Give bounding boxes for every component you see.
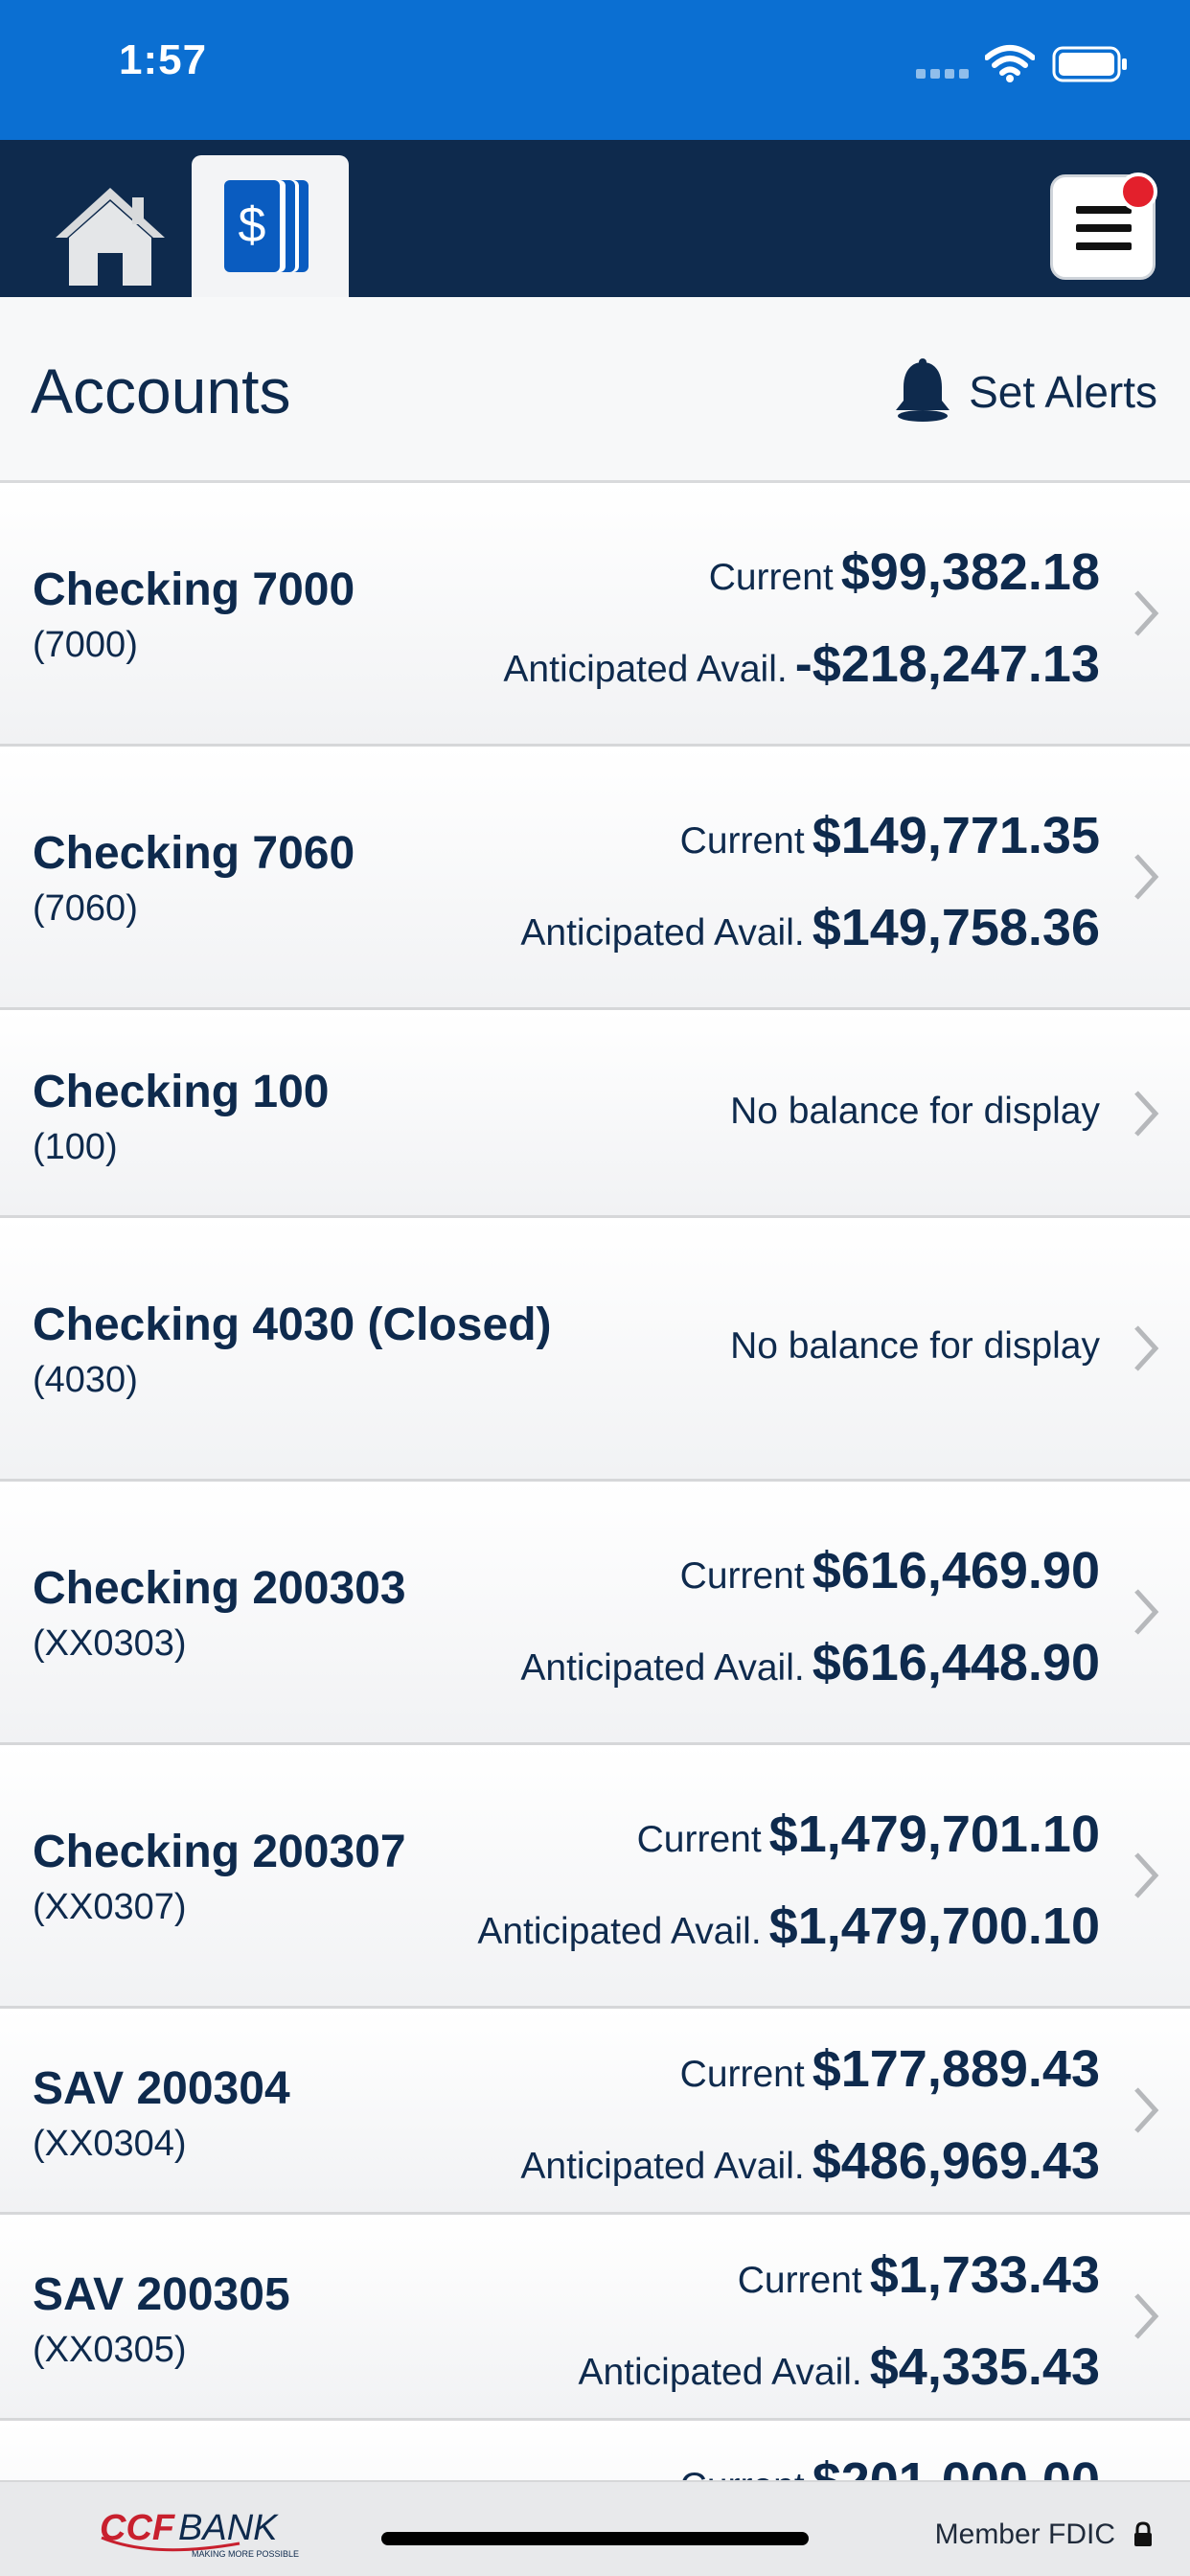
account-number: (XX0303) [33,1623,187,1664]
account-number: (7060) [33,888,138,929]
logo-text-bank: BANK [178,2508,279,2548]
anticipated-balance: Anticipated Avail. $1,479,700.10 [477,1898,1100,1955]
current-balance: Current $616,469.90 [679,1542,1100,1599]
account-row-checking-7000[interactable]: Checking 7000 (7000) Current $99,382.18 … [0,483,1190,747]
anticipated-balance: Anticipated Avail. $149,758.36 [520,899,1100,956]
footer: CCF BANK MAKING MORE POSSIBLE Member FDI… [0,2480,1190,2576]
account-name: Checking 4030 (Closed) [33,1300,552,1350]
account-number: (100) [33,1127,118,1167]
account-number: (4030) [33,1360,138,1400]
ccf-bank-logo: CCF BANK MAKING MORE POSSIBLE [100,2508,299,2559]
account-name: Checking 7060 [33,828,355,879]
account-number: (XX0304) [33,2124,187,2164]
logo-text-ccf: CCF [100,2508,176,2548]
account-row-checking-200307[interactable]: Checking 200307 (XX0307) Current $1,479,… [0,1745,1190,2009]
lock-icon [1134,2521,1152,2546]
current-balance: Current $99,382.18 [708,543,1100,601]
current-balance: Current $149,771.35 [679,807,1100,864]
top-nav-bar: $ [0,140,1190,297]
tab-accounts[interactable]: $ [192,155,349,297]
battery-icon [1052,46,1127,82]
account-row-checking-100[interactable]: Checking 100 (100) No balance for displa… [0,1010,1190,1218]
chevron-right-icon [1134,1325,1159,1371]
account-row-checking-4030[interactable]: Checking 4030 (Closed) (4030) No balance… [0,1218,1190,1482]
account-name: SAV 200304 [33,2063,290,2114]
svg-text:$: $ [239,197,266,253]
account-number: (XX0305) [33,2330,187,2370]
member-fdic: Member FDIC [935,2518,1154,2551]
chevron-right-icon [1134,1852,1159,1898]
account-row-partial[interactable]: Current $201,000.00 [0,2421,1190,2480]
home-indicator [381,2532,809,2545]
chevron-right-icon [1134,854,1159,900]
logo-tagline: MAKING MORE POSSIBLE [192,2549,299,2559]
chevron-right-icon [1134,590,1159,636]
fdic-label: Member FDIC [934,2518,1115,2550]
account-name: Checking 200307 [33,1827,406,1877]
anticipated-balance: Anticipated Avail. $616,448.90 [520,1634,1100,1691]
account-number: (7000) [33,625,138,665]
notification-badge [1119,172,1157,211]
account-number: (XX0307) [33,1887,187,1927]
chevron-right-icon [1134,2293,1159,2339]
chevron-right-icon [1134,1091,1159,1137]
account-row-checking-7060[interactable]: Checking 7060 (7060) Current $149,771.35… [0,747,1190,1010]
current-balance: Current $1,479,701.10 [636,1806,1100,1863]
account-name: Checking 100 [33,1067,330,1117]
page-header: Accounts Set Alerts [0,297,1190,483]
account-name: SAV 200305 [33,2269,290,2320]
current-balance: Current $1,733.43 [737,2246,1100,2304]
cellular-signal-icon [916,69,972,80]
set-alerts-button[interactable]: Set Alerts [892,358,1157,426]
status-bar: 1:57 [0,0,1190,140]
wifi-icon [985,45,1035,82]
hamburger-icon [1076,206,1132,261]
anticipated-balance: Anticipated Avail. $486,969.43 [520,2132,1100,2190]
account-name: Checking 200303 [33,1563,406,1614]
chevron-right-icon [1134,2087,1159,2133]
home-icon[interactable] [48,182,172,293]
no-balance-text: No balance for display [730,1091,1100,1132]
status-time: 1:57 [119,36,208,83]
account-list: Checking 7000 (7000) Current $99,382.18 … [0,483,1190,2480]
anticipated-balance: Anticipated Avail. -$218,247.13 [503,635,1100,693]
anticipated-balance: Anticipated Avail. $4,335.43 [578,2338,1100,2396]
current-balance: Current $177,889.43 [679,2040,1100,2098]
dollar-cards-icon: $ [224,180,309,272]
current-balance: Current $201,000.00 [680,2451,1100,2480]
set-alerts-label: Set Alerts [969,367,1157,417]
account-row-sav-200304[interactable]: SAV 200304 (XX0304) Current $177,889.43 … [0,2009,1190,2215]
chevron-right-icon [1134,1589,1159,1635]
account-name: Checking 7000 [33,564,355,615]
page-title: Accounts [31,356,291,426]
bell-icon [896,358,950,422]
no-balance-text: No balance for display [730,1325,1100,1367]
account-row-checking-200303[interactable]: Checking 200303 (XX0303) Current $616,46… [0,1482,1190,1745]
account-row-sav-200305[interactable]: SAV 200305 (XX0305) Current $1,733.43 An… [0,2215,1190,2421]
